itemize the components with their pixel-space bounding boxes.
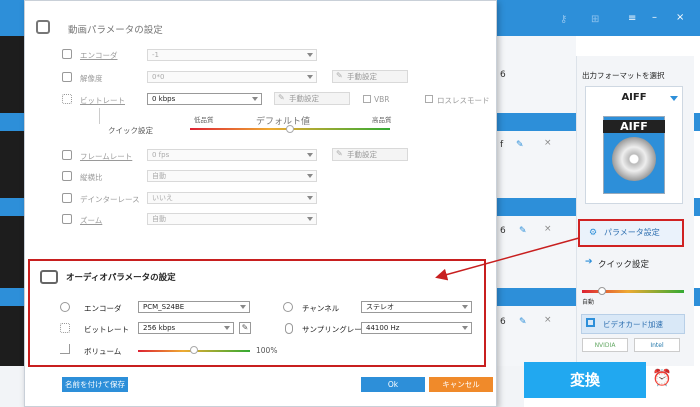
pencil-icon[interactable]: ✎ <box>239 322 251 334</box>
quality-slider-knob[interactable] <box>598 287 606 295</box>
close-icon[interactable]: × <box>544 315 552 325</box>
audio-settings-icon <box>40 270 58 284</box>
gpu-acceleration-label: ビデオカード加速 <box>603 320 663 329</box>
close-window-icon[interactable]: × <box>676 12 684 23</box>
aiff-icon-label: AIFF <box>603 120 665 133</box>
arrow-right-icon: ➔ <box>585 257 593 267</box>
list-item-letter: f <box>500 140 504 150</box>
default-value-label: デフォルト値 <box>256 117 311 127</box>
close-icon[interactable]: × <box>544 138 552 148</box>
list-item-number: 6 <box>500 317 506 327</box>
microphone-icon <box>285 323 293 334</box>
zoom-select[interactable]: 自動 <box>147 213 317 225</box>
parameter-settings-label: パラメータ設定 <box>604 228 660 237</box>
framerate-manual-button[interactable]: 手動設定 <box>332 148 408 161</box>
resolution-select[interactable]: 0*0 <box>147 71 317 83</box>
video-settings-icon <box>36 20 50 34</box>
audio-section-title: オーディオパラメータの設定 <box>66 273 176 283</box>
cart-icon[interactable]: ⊞ <box>591 14 599 25</box>
lossless-checkbox[interactable] <box>425 95 433 103</box>
aspect-ratio-label: 縦横比 <box>80 173 103 182</box>
deinterlace-select[interactable]: いいえ <box>147 192 317 204</box>
audio-encoder-select[interactable]: PCM_S24BE <box>138 301 250 313</box>
volume-label: ボリューム <box>84 347 122 356</box>
deinterlace-label: デインターレース <box>80 195 140 204</box>
edit-icon[interactable]: ✎ <box>519 226 527 236</box>
resolution-label: 解像度 <box>80 74 103 83</box>
nvidia-badge: NVIDIA <box>582 338 628 352</box>
volume-value: 100% <box>256 346 278 355</box>
audio-bitrate-label: ビットレート <box>84 325 129 334</box>
speaker-icon <box>60 302 70 312</box>
chip-icon <box>586 318 595 327</box>
aspect-ratio-icon <box>62 171 72 181</box>
sliders-icon: ⚙ <box>589 228 598 238</box>
audio-encoder-label: エンコーダ <box>84 304 122 313</box>
deinterlace-icon <box>62 193 72 203</box>
quick-setting-label: クイック設定 <box>108 126 153 135</box>
framerate-select[interactable]: 0 fps <box>147 149 317 161</box>
intel-badge: Intel <box>634 338 680 352</box>
lossless-label: ロスレスモード <box>437 96 490 105</box>
list-item-number: 6 <box>500 226 506 236</box>
pencil-icon: ✎ <box>336 71 343 80</box>
menu-icon[interactable]: ≡ <box>628 13 636 24</box>
volume-icon <box>60 344 70 354</box>
sample-rate-label: サンプリングレート <box>302 325 370 334</box>
video-encoder-select[interactable]: -1 <box>147 49 317 61</box>
video-bitrate-select[interactable]: 0 kbps <box>147 93 262 105</box>
alarm-clock-icon[interactable]: ⏰ <box>652 368 672 387</box>
save-as-button[interactable]: 名前を付けて保存 <box>62 377 128 392</box>
close-icon[interactable]: × <box>544 224 552 234</box>
chevron-down-icon[interactable] <box>670 96 678 101</box>
resolution-manual-button[interactable]: 手動設定 <box>332 70 408 83</box>
bitrate-icon <box>62 94 72 104</box>
ok-button[interactable]: Ok <box>361 377 425 392</box>
high-quality-label: 高品質 <box>372 116 392 124</box>
zoom-icon <box>62 214 72 224</box>
low-quality-label: 低品質 <box>194 116 214 124</box>
edit-icon[interactable]: ✎ <box>519 317 527 327</box>
pencil-icon: ✎ <box>278 93 285 102</box>
video-section-title: 動画パラメータの設定 <box>68 25 163 36</box>
framerate-label: フレームレート <box>80 152 133 161</box>
disc-icon <box>612 137 656 181</box>
auto-label: 自動 <box>582 299 595 306</box>
audio-bitrate-select[interactable]: 256 kbps <box>138 322 234 334</box>
sample-rate-select[interactable]: 44100 Hz <box>361 322 472 334</box>
cancel-button[interactable]: キャンセル <box>429 377 493 392</box>
audio-bitrate-icon <box>60 323 70 333</box>
pencil-icon: ✎ <box>336 149 343 158</box>
volume-slider-knob[interactable] <box>190 346 198 354</box>
encoder-icon <box>62 49 72 59</box>
quick-setting-label[interactable]: クイック設定 <box>598 258 649 270</box>
framerate-icon <box>62 150 72 160</box>
format-name: AIFF <box>621 92 647 103</box>
video-quality-slider-knob[interactable] <box>286 125 294 133</box>
video-bitrate-label: ビットレート <box>80 96 125 105</box>
tree-line <box>99 108 100 124</box>
channel-icon <box>283 302 293 312</box>
convert-button[interactable]: 変換 <box>524 362 646 398</box>
key-icon[interactable]: ⚷ <box>560 14 567 25</box>
output-format-title: 出力フォーマットを選択 <box>582 71 665 80</box>
channel-label: チャンネル <box>302 304 340 313</box>
zoom-label: ズーム <box>80 216 103 225</box>
video-thumbnail-strip <box>0 36 24 407</box>
edit-icon[interactable]: ✎ <box>516 140 524 150</box>
list-item-number: 6 <box>500 70 506 80</box>
vbr-checkbox[interactable] <box>363 95 371 103</box>
bitrate-manual-button[interactable]: 手動設定 <box>274 92 350 105</box>
video-encoder-label: エンコーダ <box>80 51 118 60</box>
channel-select[interactable]: ステレオ <box>361 301 472 313</box>
aspect-ratio-select[interactable]: 自動 <box>147 170 317 182</box>
minimize-icon[interactable]: – <box>652 12 657 23</box>
resolution-icon <box>62 72 72 82</box>
vbr-label: VBR <box>374 95 390 104</box>
